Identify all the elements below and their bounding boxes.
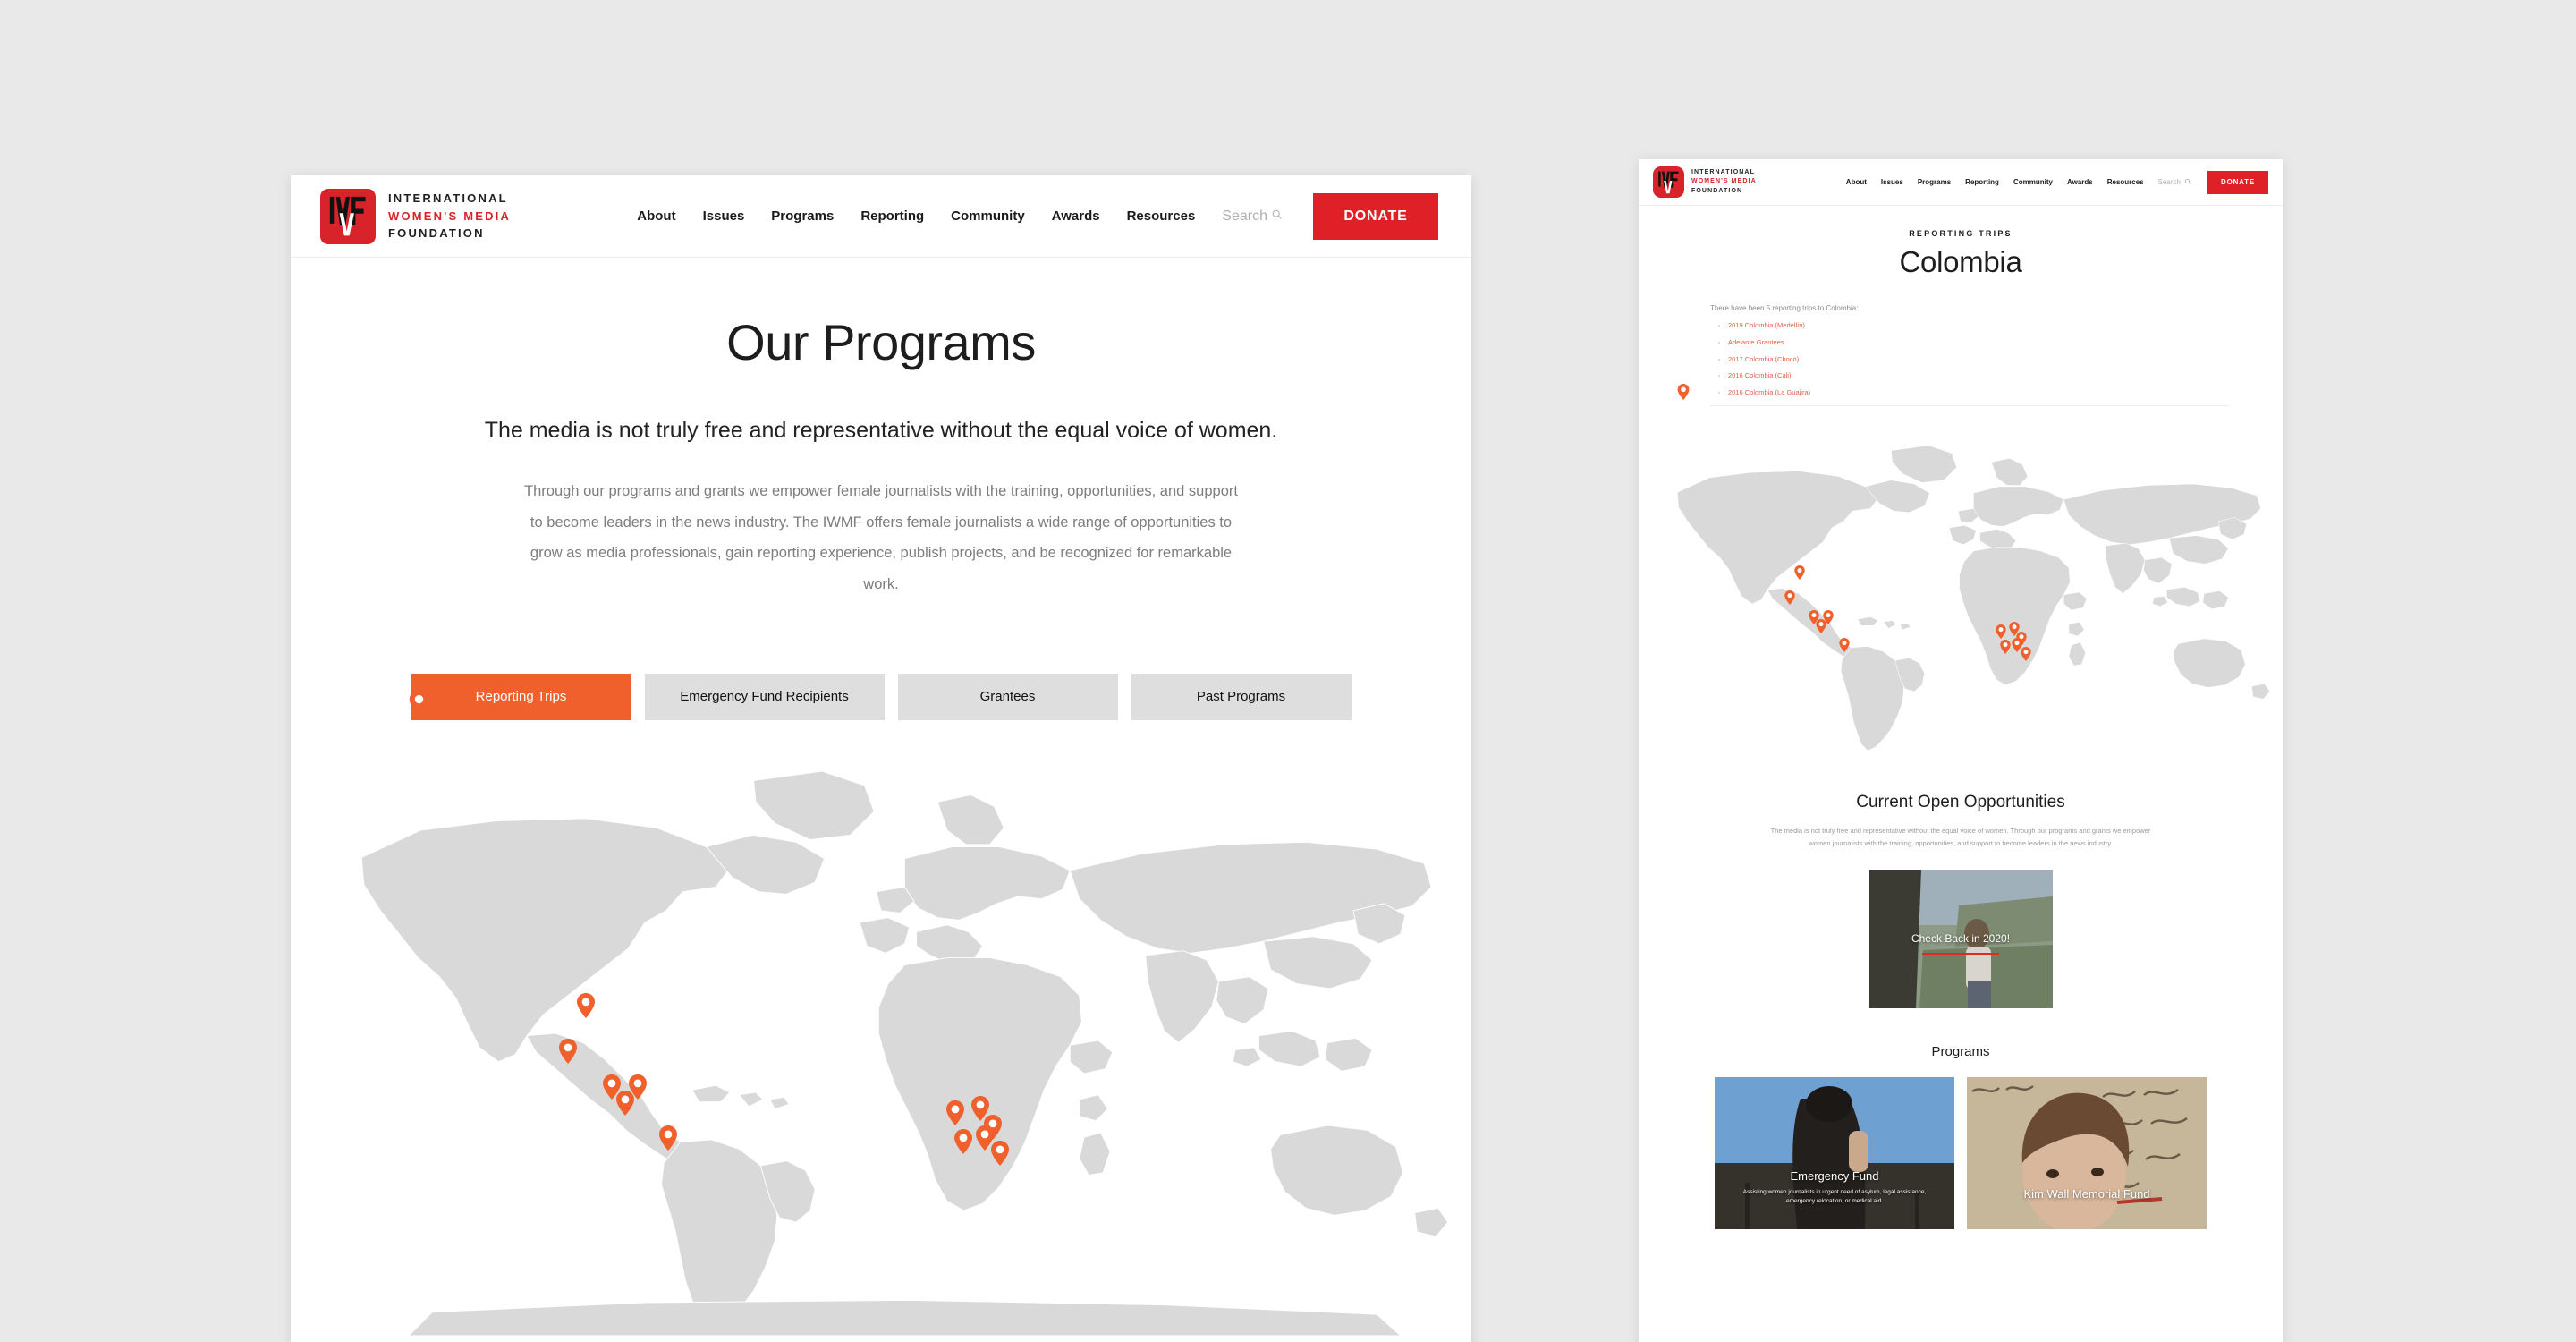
colombia-content: REPORTING TRIPS Colombia There have been… xyxy=(1639,206,2283,1229)
nav-item-reporting[interactable]: Reporting xyxy=(860,208,924,224)
brand-line-2-right: WOMEN'S MEDIA xyxy=(1691,178,1757,185)
program-card-image xyxy=(1715,1076,1954,1229)
nav-item-issues-right[interactable]: Issues xyxy=(1881,178,1903,186)
page-title-right: Colombia xyxy=(1899,245,2022,278)
site-header: INTERNATIONAL WOMEN'S MEDIA FOUNDATION A… xyxy=(291,175,1471,258)
program-card-title: Emergency Fund xyxy=(1790,1168,1879,1183)
map-marker[interactable] xyxy=(954,1128,973,1154)
brand-logo-right[interactable]: INTERNATIONAL WOMEN'S MEDIA FOUNDATION xyxy=(1653,166,1757,198)
main-nav: About Issues Programs Reporting Communit… xyxy=(610,192,1438,240)
nav-item-awards[interactable]: Awards xyxy=(1052,208,1100,224)
nav-item-about-right[interactable]: About xyxy=(1846,178,1867,186)
program-card-title-2: Kim Wall Memorial Fund xyxy=(2023,1186,2150,1201)
program-tabs: Reporting Trips Emergency Fund Recipient… xyxy=(291,673,1471,720)
opportunity-card-accent xyxy=(1922,952,1999,956)
map-marker[interactable] xyxy=(2021,646,2031,661)
nav-item-reporting-right[interactable]: Reporting xyxy=(1965,178,1999,186)
search-control[interactable]: Search xyxy=(1222,208,1283,225)
list-item[interactable]: 2019 Colombia (Medellín) xyxy=(1728,321,2283,330)
map-marker[interactable] xyxy=(2000,640,2012,655)
page-paragraph: Through our programs and grants we empow… xyxy=(524,483,1238,592)
list-divider xyxy=(1710,404,2229,406)
map-marker[interactable] xyxy=(615,1091,634,1117)
main-nav-right: About Issues Programs Reporting Communit… xyxy=(1832,170,2268,194)
screenshot-stage: INTERNATIONAL WOMEN'S MEDIA FOUNDATION A… xyxy=(0,0,2576,1342)
map-floating-marker-left[interactable] xyxy=(409,689,429,721)
nav-item-about[interactable]: About xyxy=(637,208,675,224)
brand-line-1: INTERNATIONAL xyxy=(388,191,508,206)
brand-line-3-right: FOUNDATION xyxy=(1691,187,1743,194)
nav-item-resources-right[interactable]: Resources xyxy=(2107,178,2144,186)
programs-content: Our Programs The media is not truly free… xyxy=(291,258,1471,1342)
programs-heading: Programs xyxy=(1931,1043,1990,1059)
program-card-image-2 xyxy=(1967,1076,2207,1229)
program-card-desc: Assisting women journalists in urgent ne… xyxy=(1742,1188,1927,1204)
donate-button-right[interactable]: DONATE xyxy=(2207,170,2268,194)
colombia-page-window: INTERNATIONAL WOMEN'S MEDIA FOUNDATION A… xyxy=(1639,159,2283,1342)
tab-emergency-fund-recipients[interactable]: Emergency Fund Recipients xyxy=(644,673,885,720)
map-marker[interactable] xyxy=(1839,637,1851,652)
program-card-text-2: Kim Wall Memorial Fund xyxy=(1967,1187,2207,1206)
brand-line-1-right: INTERNATIONAL xyxy=(1691,169,1755,176)
world-map-left[interactable] xyxy=(291,689,1471,1342)
nav-item-awards-right[interactable]: Awards xyxy=(2067,178,2093,186)
opportunities-paragraph: The media is not truly free and represen… xyxy=(1770,827,2151,848)
site-header-right: INTERNATIONAL WOMEN'S MEDIA FOUNDATION A… xyxy=(1639,159,2283,206)
brand-line-2: WOMEN'S MEDIA xyxy=(388,208,512,223)
map-floating-marker-right[interactable] xyxy=(1677,384,1690,404)
magnifier-icon-right xyxy=(2184,178,2191,187)
map-marker[interactable] xyxy=(659,1125,678,1151)
tab-past-programs[interactable]: Past Programs xyxy=(1131,673,1352,720)
brand-wordmark: INTERNATIONAL WOMEN'S MEDIA FOUNDATION xyxy=(388,190,511,242)
list-item[interactable]: Adelante Grantees xyxy=(1728,338,2283,347)
map-marker[interactable] xyxy=(946,1100,965,1126)
map-marker[interactable] xyxy=(991,1141,1010,1167)
list-item[interactable]: 2016 Colombia (La Guajira) xyxy=(1728,388,2283,397)
opportunity-card-label: Check Back in 2020! xyxy=(1911,932,2011,946)
nav-item-programs-right[interactable]: Programs xyxy=(1918,178,1951,186)
search-control-right[interactable]: Search xyxy=(2158,178,2191,187)
nav-item-community-right[interactable]: Community xyxy=(2013,178,2053,186)
page-title: Our Programs xyxy=(726,314,1036,370)
trips-list: 2019 Colombia (Medellín) Adelante Grante… xyxy=(1728,321,2283,397)
map-marker[interactable] xyxy=(1784,590,1795,606)
nav-item-resources[interactable]: Resources xyxy=(1127,208,1196,224)
search-label: Search xyxy=(1222,208,1267,224)
programs-card-row: Emergency Fund Assisting women journalis… xyxy=(1639,1076,2283,1229)
search-label-right: Search xyxy=(2157,178,2181,186)
tab-grantees[interactable]: Grantees xyxy=(897,673,1118,720)
page-eyebrow: REPORTING TRIPS xyxy=(1909,229,2012,238)
brand-line-3: FOUNDATION xyxy=(388,226,485,241)
tab-reporting-trips[interactable]: Reporting Trips xyxy=(411,673,631,720)
brand-wordmark-right: INTERNATIONAL WOMEN'S MEDIA FOUNDATION xyxy=(1691,168,1757,195)
donate-button[interactable]: DONATE xyxy=(1313,192,1438,240)
map-marker[interactable] xyxy=(577,993,596,1018)
list-item[interactable]: 2017 Colombia (Chocó) xyxy=(1728,355,2283,364)
program-card-text: Emergency Fund Assisting women journalis… xyxy=(1715,1169,1954,1206)
opportunity-card[interactable]: Check Back in 2020! xyxy=(1868,869,2053,1008)
map-marker[interactable] xyxy=(1816,618,1826,633)
magnifier-icon xyxy=(1271,208,1283,225)
opportunities-heading: Current Open Opportunities xyxy=(1856,793,2065,812)
page-subtitle: The media is not truly free and represen… xyxy=(484,418,1278,443)
program-card-emergency-fund[interactable]: Emergency Fund Assisting women journalis… xyxy=(1715,1076,1954,1229)
map-marker[interactable] xyxy=(1996,624,2007,639)
map-marker[interactable] xyxy=(559,1039,578,1065)
iwmf-logo-icon-right xyxy=(1653,166,1684,198)
trips-intro: There have been 5 reporting trips to Col… xyxy=(1710,304,1859,312)
nav-item-community[interactable]: Community xyxy=(951,208,1025,224)
programs-page-window: INTERNATIONAL WOMEN'S MEDIA FOUNDATION A… xyxy=(291,175,1471,1342)
nav-item-issues[interactable]: Issues xyxy=(703,208,745,224)
brand-logo[interactable]: INTERNATIONAL WOMEN'S MEDIA FOUNDATION xyxy=(320,188,511,244)
nav-item-programs[interactable]: Programs xyxy=(771,208,834,224)
program-card-kim-wall-memorial-fund[interactable]: Kim Wall Memorial Fund xyxy=(1967,1076,2207,1229)
map-marker[interactable] xyxy=(1794,565,1805,581)
list-item[interactable]: 2016 Colombia (Cali) xyxy=(1728,371,2283,380)
iwmf-logo-icon xyxy=(320,188,376,244)
world-map-right[interactable] xyxy=(1639,384,2283,766)
